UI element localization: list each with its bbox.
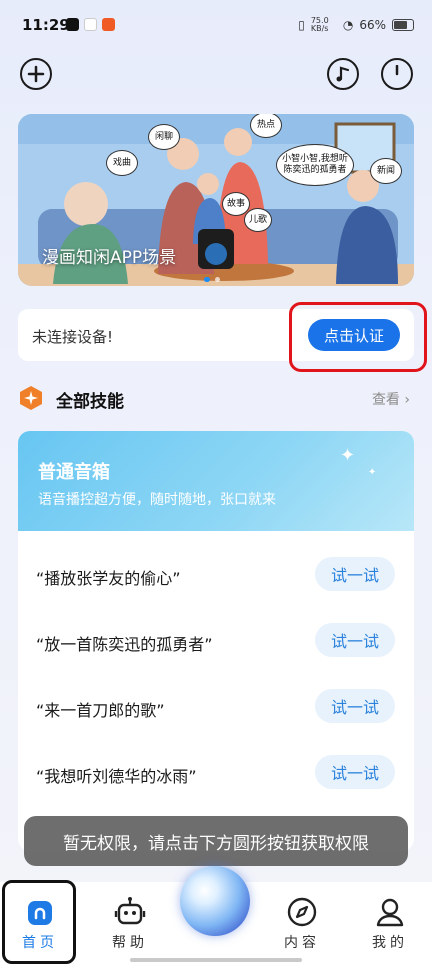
device-status-text: 未连接设备! [32,328,114,346]
skill-title: 普通音箱 [38,462,110,483]
example-text: “来一首刀郎的歌” [36,701,165,720]
chevron-right-icon: › [404,392,410,408]
white-app-icon [84,18,97,31]
tab-help[interactable]: 帮助 [90,882,170,964]
status-time: 11:29 [22,16,70,34]
home-tab-annotation [2,880,76,964]
try-button[interactable]: 试一试 [315,557,395,591]
battery-percent: 66% [359,18,386,32]
tab-help-label: 帮助 [112,935,148,951]
tab-content-label: 内容 [284,935,320,951]
red-app-icon [102,18,115,31]
page-dot-active [204,277,210,282]
status-bar: 11:29 ▯ 75.0 KB/s ◔ 66% [0,0,432,40]
skill-card: 普通音箱 语音播控超方便，随时随地，张口就来 ✦ ✦ “播放张学友的偷心” 试一… [18,431,414,851]
example-row: “来一首刀郎的歌” 试一试 [18,687,414,727]
skill-card-header: 普通音箱 语音播控超方便，随时随地，张口就来 ✦ ✦ [18,431,414,531]
example-text: “放一首陈奕迅的孤勇者” [36,635,213,654]
music-note-icon [336,66,350,82]
compass-icon [287,897,317,927]
voice-assistant-button[interactable] [180,866,250,936]
robot-icon [114,897,146,925]
try-button[interactable]: 试一试 [315,755,395,789]
wifi-icon: ◔ [342,18,354,32]
view-all-label: 查看 [371,392,400,408]
sparkle-icon: ✦ [368,467,377,478]
sparkle-icon: ✦ [340,445,356,466]
bubble-chat: 闲聊 [148,124,180,150]
bubble-request: 小智小智,我想听陈奕迅的孤勇者 [276,144,354,186]
try-button[interactable]: 试一试 [315,623,395,657]
tab-content[interactable]: 内容 [262,882,342,964]
bubble-news: 新闻 [370,158,402,184]
music-button[interactable] [327,58,359,90]
example-row: “我想听刘德华的冰雨” 试一试 [18,753,414,793]
add-button[interactable] [20,58,52,90]
banner-pagination [204,277,220,282]
vibrate-icon: ▯ [298,18,305,32]
network-speed: 75.0 KB/s [310,16,329,33]
power-icon [395,65,399,76]
skills-title: 全部技能 [56,392,124,412]
view-all-link[interactable]: 查看 › [372,389,410,409]
permission-toast: 暂无权限，请点击下方圆形按钮获取权限 [24,816,408,866]
skills-icon [20,386,42,410]
scene-banner[interactable]: 戏曲 闲聊 热点 小智小智,我想听陈奕迅的孤勇者 新闻 故事 儿歌 漫画知闲AP… [18,114,414,286]
skills-section-header: 全部技能 查看 › [18,383,414,412]
try-button[interactable]: 试一试 [315,689,395,723]
plus-circle-icon [27,65,45,83]
banner-caption: 漫画知闲APP场景 [42,248,177,268]
bubble-song: 儿歌 [244,208,272,232]
example-row: “放一首陈奕迅的孤勇者” 试一试 [18,621,414,661]
battery-icon [392,19,414,31]
user-icon [376,898,404,927]
skill-subtitle: 语音播控超方便，随时随地，张口就来 [38,492,276,508]
tiktok-app-icon [66,18,79,31]
status-indicators: ▯ 75.0 KB/s ◔ 66% [298,17,414,33]
example-text: “播放张学友的偷心” [36,569,181,588]
page-dot [215,277,220,282]
tab-profile-label: 我的 [372,935,408,951]
tab-profile[interactable]: 我的 [350,882,430,964]
home-indicator [130,958,302,962]
example-row: “播放张学友的偷心” 试一试 [18,555,414,595]
example-text: “我想听刘德华的冰雨” [36,767,197,786]
bubble-opera: 戏曲 [106,150,138,176]
highlight-annotation [289,302,427,372]
power-button[interactable] [381,58,413,90]
